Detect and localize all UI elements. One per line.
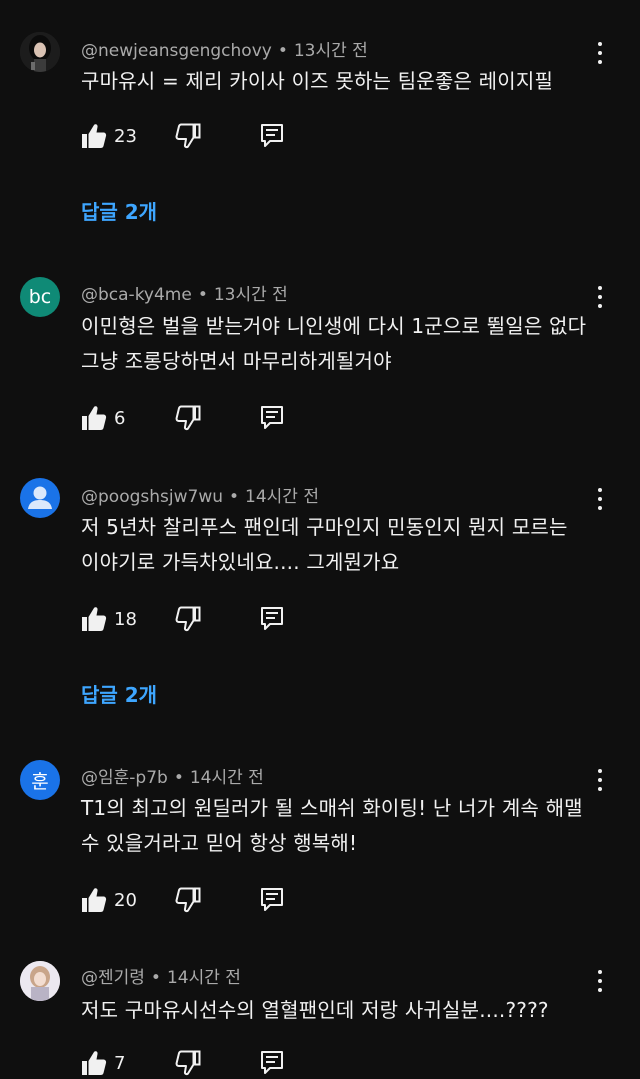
author-name[interactable]: @poogshsjw7wu	[81, 487, 223, 507]
comment-text: 저도 구마유시선수의 열혈팬인데 저랑 사귀실분....????	[81, 998, 549, 1022]
meta-separator: •	[197, 285, 208, 305]
comment-time: 13시간 전	[213, 285, 288, 305]
more-dot	[598, 787, 602, 791]
like-count: 20	[114, 890, 137, 911]
reply-comment-icon[interactable]	[260, 887, 284, 913]
avatar[interactable]: 훈	[20, 760, 60, 800]
more-dot	[598, 778, 602, 782]
comment-meta: @newjeansgengchovy • 13시간 전	[81, 36, 368, 61]
avatar[interactable]	[20, 32, 60, 72]
more-dot	[598, 295, 602, 299]
comment-text: T1의 최고의 원딜러가 될 스매쉬 화이팅! 난 너가 계속 해맬수 있을거라…	[81, 796, 583, 855]
comment-text: 저 5년차 찰리푸스 팬인데 구마인지 민동인지 뭔지 모르는 이야기로 가득차…	[81, 515, 568, 574]
avatar[interactable]	[20, 961, 60, 1001]
more-dot	[598, 51, 602, 55]
reply-comment-icon[interactable]	[260, 1050, 284, 1076]
meta-separator: •	[150, 968, 161, 988]
reply-comment-icon[interactable]	[260, 123, 284, 149]
author-name[interactable]: @임훈-p7b	[81, 768, 168, 788]
default-user-icon	[28, 486, 52, 509]
more-dot	[598, 979, 602, 983]
meta-separator: •	[173, 768, 184, 788]
profile-photo-icon	[20, 32, 60, 72]
thumb-down-icon[interactable]	[175, 605, 201, 633]
thumb-up-icon[interactable]	[81, 1049, 107, 1077]
avatar-initials: 훈	[31, 770, 49, 793]
comment-text: 이민형은 벌을 받는거야 니인생에 다시 1군으로 뛸일은 없다 그냥 조롱당하…	[81, 314, 587, 373]
more-vert-icon	[598, 970, 602, 974]
replies-toggle[interactable]: 답글 2개	[81, 679, 157, 708]
thumb-up-icon[interactable]	[81, 605, 107, 633]
meta-separator: •	[229, 487, 240, 507]
like-count: 18	[114, 609, 137, 630]
reply-comment-icon[interactable]	[260, 405, 284, 431]
thumb-down-icon[interactable]	[175, 404, 201, 432]
comment-meta: @임훈-p7b • 14시간 전	[81, 763, 264, 788]
comment-meta: @젠기령 • 14시간 전	[81, 963, 241, 988]
author-name[interactable]: @bca-ky4me	[81, 285, 192, 305]
comment-time: 14시간 전	[166, 968, 241, 988]
profile-photo-icon	[20, 961, 60, 1001]
comment-text: 구마유시 = 제리 카이사 이즈 못하는 팀운좋은 레이지필	[81, 69, 554, 93]
more-dot	[598, 60, 602, 64]
avatar[interactable]: bc	[20, 277, 60, 317]
more-options-button[interactable]	[590, 284, 610, 310]
more-options-button[interactable]	[590, 40, 610, 66]
thumb-up-icon[interactable]	[81, 122, 107, 150]
thumb-up-icon[interactable]	[81, 886, 107, 914]
avatar[interactable]	[20, 478, 60, 518]
like-count: 7	[114, 1053, 126, 1074]
thumb-down-icon[interactable]	[175, 1049, 201, 1077]
thumb-down-icon[interactable]	[175, 886, 201, 914]
more-dot	[598, 497, 602, 501]
like-count: 6	[114, 408, 126, 429]
comment-time: 13시간 전	[293, 41, 368, 61]
comment-meta: @poogshsjw7wu • 14시간 전	[81, 482, 319, 507]
author-name[interactable]: @젠기령	[81, 968, 145, 988]
more-vert-icon	[598, 42, 602, 46]
comment-time: 14시간 전	[245, 487, 319, 507]
comment-time: 14시간 전	[189, 768, 264, 788]
like-count: 23	[114, 126, 137, 147]
reply-comment-icon[interactable]	[260, 606, 284, 632]
more-options-button[interactable]	[590, 486, 610, 512]
avatar-initials: bc	[28, 286, 52, 308]
more-options-button[interactable]	[590, 767, 610, 793]
meta-separator: •	[277, 41, 288, 61]
thumb-down-icon[interactable]	[175, 122, 201, 150]
more-dot	[598, 304, 602, 308]
replies-toggle[interactable]: 답글 2개	[81, 196, 157, 225]
more-vert-icon	[598, 286, 602, 290]
more-dot	[598, 988, 602, 992]
more-vert-icon	[598, 769, 602, 773]
author-name[interactable]: @newjeansgengchovy	[81, 41, 272, 61]
more-vert-icon	[598, 488, 602, 492]
more-dot	[598, 506, 602, 510]
thumb-up-icon[interactable]	[81, 404, 107, 432]
more-options-button[interactable]	[590, 968, 610, 994]
comment-meta: @bca-ky4me • 13시간 전	[81, 280, 288, 305]
